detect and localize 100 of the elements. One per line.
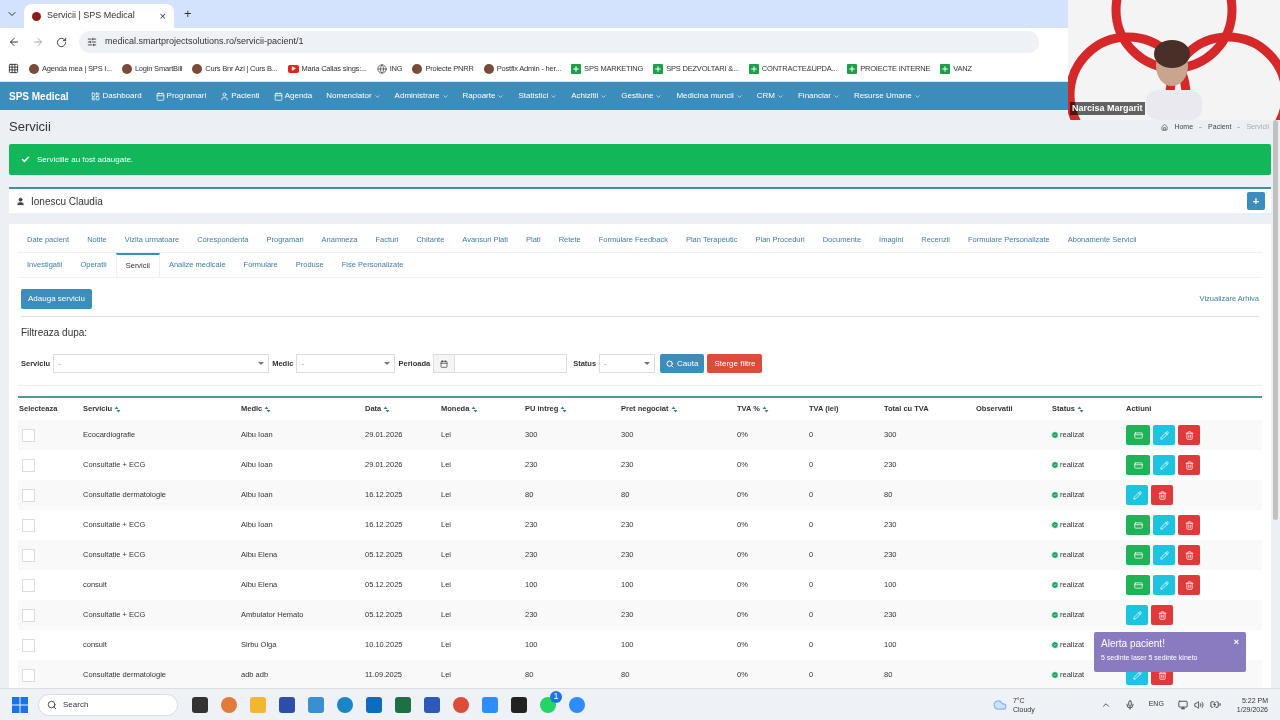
trash-icon <box>1184 580 1194 590</box>
site-icon <box>412 63 423 74</box>
edit-button[interactable] <box>1153 575 1175 595</box>
row-checkbox[interactable] <box>22 668 35 682</box>
address-field[interactable]: medical.smartprojectsolutions.ro/servicii-pacient/1 <box>79 31 1039 53</box>
caret-icon <box>776 92 784 100</box>
forward-button[interactable] <box>32 36 44 48</box>
nav-item[interactable]: Programari <box>148 90 214 102</box>
date-range-field[interactable] <box>455 354 568 373</box>
edit-button[interactable] <box>1153 455 1175 475</box>
calendar-icon <box>155 91 165 101</box>
caret-icon <box>550 92 558 100</box>
caret-icon <box>655 92 663 100</box>
site-settings-icon <box>87 37 97 47</box>
windows-start-icon[interactable] <box>12 696 28 713</box>
nav-item[interactable]: Resurse Umane <box>846 90 928 102</box>
success-alert: Serviciile au fost adaugate. <box>9 144 1271 175</box>
nav-item[interactable]: Rapoarte <box>455 90 512 102</box>
caret-icon <box>735 92 743 100</box>
pencil-icon <box>1159 430 1169 440</box>
brand-logo[interactable]: SPS Medical <box>9 88 69 104</box>
edit-button[interactable] <box>1126 485 1148 505</box>
nav-item[interactable]: Financiar <box>790 90 847 102</box>
row-checkbox[interactable] <box>22 458 35 472</box>
row-checkbox[interactable] <box>22 638 35 652</box>
volume-icon[interactable] <box>1193 699 1204 710</box>
url-text: medical.smartprojectsolutions.ro/servicii-pacient/1 <box>105 35 304 49</box>
card-icon <box>1133 430 1143 440</box>
microphone-icon[interactable] <box>1124 699 1135 710</box>
caret-icon <box>384 362 391 365</box>
edit-button[interactable] <box>1153 425 1175 445</box>
delete-button[interactable] <box>1178 455 1200 475</box>
back-button[interactable] <box>8 36 20 48</box>
participant-name: Narcisa Margarit <box>1070 101 1145 115</box>
check-circle-icon <box>1051 521 1059 529</box>
delete-button[interactable] <box>1151 605 1173 625</box>
site-icon <box>29 63 39 74</box>
pay-button[interactable] <box>1126 545 1150 565</box>
toast-title: Alerta pacient! <box>1101 637 1165 651</box>
nav-item[interactable]: CRM <box>749 90 791 102</box>
check-circle-icon <box>1051 581 1059 589</box>
nav-item[interactable]: Gestiune <box>614 90 670 102</box>
card-icon <box>1133 460 1143 470</box>
nav-item[interactable]: Pacienti <box>213 90 267 102</box>
nav-item[interactable]: Agenda <box>266 90 320 102</box>
delete-button[interactable] <box>1178 515 1200 535</box>
new-tab-button[interactable]: + <box>184 3 192 23</box>
calendar-icon <box>273 91 283 101</box>
card-icon <box>1133 580 1143 590</box>
delete-button[interactable] <box>1178 425 1200 445</box>
delete-button[interactable] <box>1151 485 1173 505</box>
nav-item[interactable]: Medicina muncii <box>669 90 750 102</box>
dashboard-icon <box>91 91 101 101</box>
row-checkbox[interactable] <box>22 428 35 442</box>
nav-item[interactable]: Statistici <box>511 90 565 102</box>
close-tab-button[interactable]: × <box>159 7 166 25</box>
sort-icon <box>761 405 769 413</box>
add-button[interactable]: + <box>1247 192 1265 210</box>
row-checkbox[interactable] <box>22 518 35 532</box>
pay-button[interactable] <box>1126 515 1150 535</box>
trash-icon <box>1157 610 1167 620</box>
browser-tab[interactable]: Servicii | SPS Medical × <box>24 4 174 28</box>
pay-button[interactable] <box>1126 575 1150 595</box>
check-circle-icon <box>1051 491 1059 499</box>
pencil-icon <box>1159 550 1169 560</box>
search-field[interactable]: Search <box>38 693 178 716</box>
caret-icon <box>600 92 608 100</box>
pay-button[interactable] <box>1126 455 1150 475</box>
row-checkbox[interactable] <box>22 548 35 562</box>
sort-icon <box>114 405 122 413</box>
card-icon <box>1133 550 1143 560</box>
row-checkbox[interactable] <box>22 488 35 502</box>
network-icon[interactable] <box>1177 699 1188 710</box>
caret-icon <box>913 92 921 100</box>
filter-title: Filtreaza dupa: <box>21 326 89 340</box>
row-checkbox[interactable] <box>22 578 35 592</box>
delete-button[interactable] <box>1178 545 1200 565</box>
nav-item[interactable]: Achizitii <box>564 90 615 102</box>
edit-button[interactable] <box>1153 515 1175 535</box>
reload-button[interactable] <box>56 36 67 48</box>
sort-icon <box>670 405 678 413</box>
edit-button[interactable] <box>1126 605 1148 625</box>
clear-filters-button[interactable]: Sterge filtre <box>707 354 763 373</box>
apps-icon[interactable] <box>8 63 19 74</box>
close-button[interactable]: × <box>1233 636 1239 650</box>
pencil-icon <box>1159 580 1169 590</box>
caret-icon <box>373 92 381 100</box>
edit-button[interactable] <box>1153 545 1175 565</box>
nav-item[interactable]: Dashboard <box>84 90 149 102</box>
nav-item[interactable]: Administrare <box>387 90 456 102</box>
battery-icon[interactable] <box>1209 699 1221 710</box>
add-service-button[interactable]: Adauga serviciu <box>21 289 92 309</box>
caret-icon <box>832 92 840 100</box>
row-checkbox[interactable] <box>22 608 35 622</box>
search-button[interactable]: Cauta <box>660 354 705 373</box>
pay-button[interactable] <box>1126 425 1150 445</box>
tab-title: Servicii | SPS Medical <box>47 9 136 23</box>
nav-item[interactable]: Nomenclator <box>319 90 388 102</box>
caret-icon <box>497 92 505 100</box>
delete-button[interactable] <box>1178 575 1200 595</box>
